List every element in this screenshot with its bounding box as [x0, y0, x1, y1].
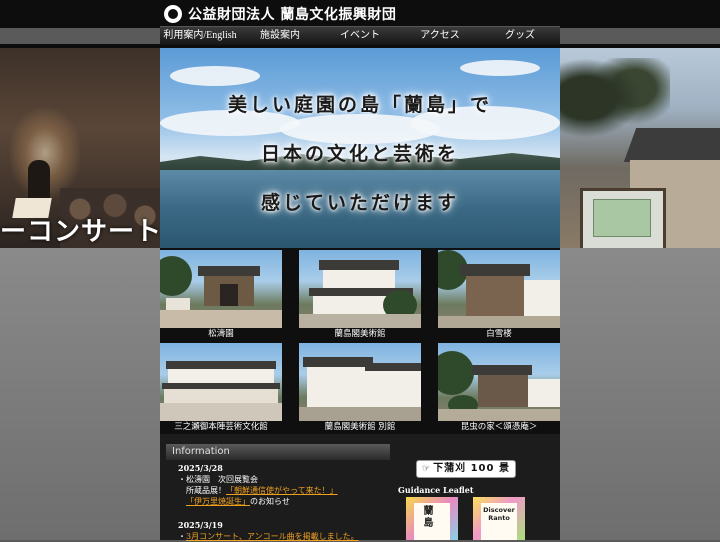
facility-name: 松濤園: [208, 329, 234, 339]
nav-item-facilities[interactable]: 施設案内: [240, 27, 320, 45]
leaflet-japanese[interactable]: 蘭島: [406, 497, 458, 540]
info-panel: Information 2025/3/28 ・松濤園 次回展覧会 所蔵品展！「朝…: [160, 434, 560, 542]
facility-card-rantokaku-annex[interactable]: 蘭島閣美術館 別館: [299, 341, 421, 434]
pointing-hand-icon: ☞: [422, 464, 432, 474]
guidance-leaflet-label: Guidance Leaflet: [398, 485, 474, 495]
facility-photo: [160, 250, 282, 328]
facility-name: 三之瀬御本陣芸術文化館: [174, 422, 268, 432]
news-text: ・松濤園 次回展覧会: [178, 475, 258, 484]
shimokamagari-100-banner[interactable]: ☞ 下蒲刈 100 景: [416, 460, 516, 478]
facility-photo: [299, 250, 421, 328]
news-list: 2025/3/28 ・松濤園 次回展覧会 所蔵品展！「朝鮮通信使がやって来た！」…: [178, 463, 388, 542]
facility-name: 昆虫の家＜頌憑庵＞: [460, 422, 538, 432]
hero-line-3: 感じていただけます: [260, 192, 459, 214]
facility-photo: [438, 343, 560, 421]
hero-banner: 美しい庭園の島「蘭島」で 日本の文化と芸術を 感じていただけます: [160, 48, 560, 248]
leaflet-title: Discover Ranto: [483, 506, 515, 522]
news-link[interactable]: 「朝鮮通信使がやって来た！」: [226, 486, 338, 495]
garden-side-image: [560, 48, 720, 248]
news-text: 所蔵品展！: [186, 486, 226, 495]
news-line: 「伊万里焼誕生」のお知らせ: [178, 496, 388, 507]
facility-card-insect-house[interactable]: 昆虫の家＜頌憑庵＞: [438, 341, 560, 434]
facility-name: 蘭島閣美術館: [334, 329, 386, 339]
news-date: 2025/3/19: [178, 520, 223, 530]
main-nav: 利用案内/English 施設案内 イベント アクセス グッズ: [160, 26, 560, 45]
nav-item-events[interactable]: イベント: [320, 27, 400, 45]
news-date: 2025/3/28: [178, 463, 223, 473]
hero-line-1: 美しい庭園の島「蘭島」で: [227, 94, 492, 116]
facility-card-hakusetsuro[interactable]: 白雪楼: [438, 248, 560, 341]
facility-name: 白雪楼: [486, 329, 512, 339]
facility-grid: 松濤園 蘭島閣美術館 白雪楼 三之瀬御本陣芸術文化館 蘭島閣美術館 別館 昆虫の…: [160, 248, 560, 434]
nav-item-guide[interactable]: 利用案内/English: [160, 27, 240, 45]
concert-caption: ーコンサート: [0, 217, 160, 247]
news-line: 所蔵品展！「朝鮮通信使がやって来た！」: [178, 485, 388, 496]
facility-name: 蘭島閣美術館 別館: [324, 422, 396, 432]
nav-item-access[interactable]: アクセス: [400, 27, 480, 45]
facility-card-shotoen[interactable]: 松濤園: [160, 248, 282, 341]
news-link[interactable]: 「伊万里焼誕生」: [186, 497, 250, 506]
foundation-logo-icon[interactable]: [164, 5, 182, 23]
facility-photo: [160, 343, 282, 421]
news-line: ・3月コンサート、アンコール曲を掲載しました。: [178, 531, 388, 542]
concert-side-image: ーコンサート: [0, 48, 160, 248]
facility-photo: [299, 343, 421, 421]
hero-line-2: 日本の文化と芸術を: [260, 143, 459, 165]
leaflet-english[interactable]: Discover Ranto: [473, 497, 525, 540]
site-header: 公益財団法人 蘭島文化振興財団: [160, 0, 560, 28]
facility-photo: [438, 250, 560, 328]
banner-label: 下蒲刈 100 景: [433, 463, 510, 474]
leaflet-title: 蘭島: [421, 505, 432, 529]
facility-card-gohonjin[interactable]: 三之瀬御本陣芸術文化館: [160, 341, 282, 434]
facility-card-rantokaku[interactable]: 蘭島閣美術館: [299, 248, 421, 341]
news-text: のお知らせ: [250, 497, 290, 506]
nav-item-goods[interactable]: グッズ: [480, 27, 560, 45]
info-heading: Information: [166, 444, 390, 460]
site-title[interactable]: 公益財団法人 蘭島文化振興財団: [188, 4, 396, 24]
